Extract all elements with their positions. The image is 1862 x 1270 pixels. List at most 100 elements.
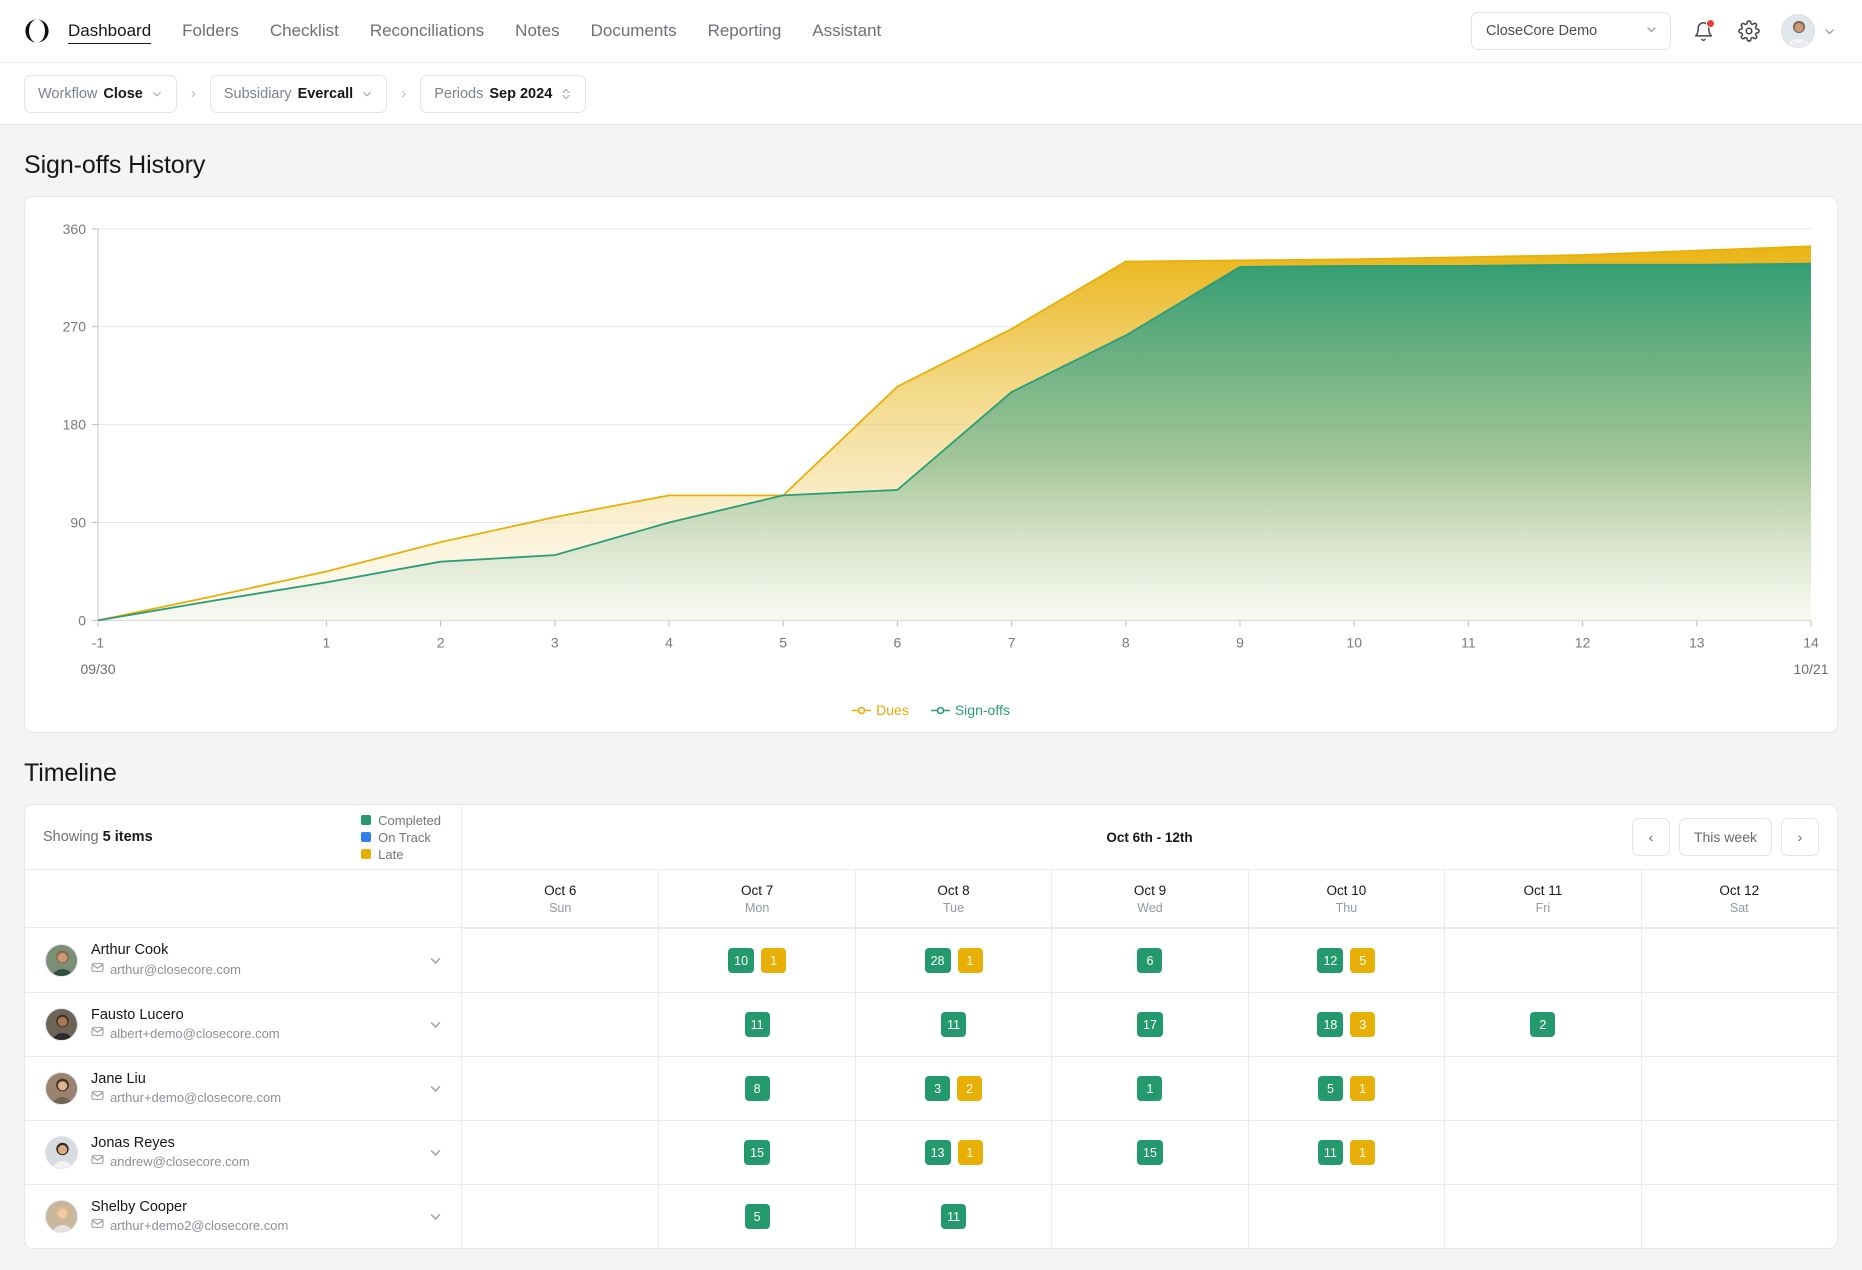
status-badge-completed[interactable]: 18	[1317, 1012, 1343, 1037]
timeline-grid-row: 11 11 17 18 3 2	[462, 992, 1837, 1056]
signoffs-history-chart-card: 090180270360-1123456789101112131409/3010…	[24, 196, 1838, 733]
status-badge-completed[interactable]: 11	[941, 1012, 966, 1037]
person-email-row: albert+demo@closecore.com	[91, 1025, 280, 1043]
status-badge-late[interactable]: 2	[957, 1076, 982, 1101]
timeline-person-row[interactable]: Jonas Reyesandrew@closecore.com	[25, 1120, 461, 1184]
avatar	[45, 1200, 78, 1233]
timeline-cell: 12 5	[1248, 929, 1444, 992]
timeline-cell	[1641, 1057, 1837, 1120]
timeline-person-row[interactable]: Fausto Luceroalbert+demo@closecore.com	[25, 992, 461, 1056]
status-badge-completed[interactable]: 28	[925, 948, 951, 973]
timeline-cell	[462, 1121, 658, 1184]
status-badge-completed[interactable]: 11	[941, 1204, 966, 1229]
breadcrumb-item-workflow[interactable]: Workflow Close	[24, 75, 177, 113]
nav-item-assistant[interactable]: Assistant	[812, 19, 881, 43]
timeline-cell	[1051, 1185, 1247, 1248]
status-badge-late[interactable]: 5	[1350, 948, 1375, 973]
status-badge-late[interactable]: 1	[1350, 1076, 1375, 1101]
user-menu[interactable]	[1781, 14, 1836, 48]
chevron-down-icon[interactable]	[428, 1145, 443, 1160]
timeline-cell	[462, 1057, 658, 1120]
timeline-person-row[interactable]: Shelby Cooperarthur+demo2@closecore.com	[25, 1184, 461, 1248]
status-badge-completed[interactable]: 6	[1137, 948, 1162, 973]
breadcrumb-label-workflow: Workflow	[38, 86, 97, 102]
nav-item-reconciliations[interactable]: Reconciliations	[370, 19, 484, 43]
nav-item-checklist[interactable]: Checklist	[270, 19, 339, 43]
org-selector[interactable]: CloseCore Demo	[1471, 12, 1671, 50]
swatch-late-icon	[361, 849, 371, 859]
showing-items: 5 items	[103, 829, 153, 845]
chevron-down-icon[interactable]	[428, 1017, 443, 1032]
chevron-down-icon	[1645, 23, 1658, 40]
status-badge-completed[interactable]: 17	[1137, 1012, 1163, 1037]
chevron-down-icon[interactable]	[428, 953, 443, 968]
this-week-button[interactable]: This week	[1679, 818, 1772, 856]
svg-text:6: 6	[894, 634, 902, 650]
breadcrumb-item-subsidiary[interactable]: Subsidiary Evercall	[210, 75, 387, 113]
chevron-down-icon[interactable]	[428, 1081, 443, 1096]
status-badge-completed[interactable]: 15	[744, 1140, 770, 1165]
settings-button[interactable]	[1735, 17, 1763, 45]
legend-label-on-track: On Track	[378, 830, 431, 845]
status-badge-completed[interactable]: 11	[1318, 1140, 1343, 1165]
next-week-button[interactable]: ›	[1781, 818, 1819, 856]
svg-text:7: 7	[1008, 634, 1016, 650]
status-badge-completed[interactable]: 15	[1137, 1140, 1163, 1165]
person-email-row: arthur+demo2@closecore.com	[91, 1217, 288, 1235]
swatch-completed-icon	[361, 815, 371, 825]
breadcrumb-item-periods[interactable]: Periods Sep 2024	[420, 75, 586, 113]
status-badge-completed[interactable]: 5	[745, 1204, 770, 1229]
person-email: arthur+demo2@closecore.com	[110, 1217, 288, 1235]
timeline-person-row[interactable]: Jane Liuarthur+demo@closecore.com	[25, 1056, 461, 1120]
nav-item-reporting[interactable]: Reporting	[708, 19, 782, 43]
timeline-cell	[1248, 1185, 1444, 1248]
timeline-day-headers: Oct 6SunOct 7MonOct 8TueOct 9WedOct 10Th…	[462, 869, 1837, 928]
status-badge-late[interactable]: 1	[1350, 1140, 1375, 1165]
status-badge-completed[interactable]: 11	[745, 1012, 770, 1037]
status-badge-late[interactable]: 3	[1350, 1012, 1375, 1037]
nav-item-documents[interactable]: Documents	[591, 19, 677, 43]
svg-text:14: 14	[1803, 634, 1819, 650]
status-badge-completed[interactable]: 10	[728, 948, 754, 973]
chevron-down-icon	[151, 88, 163, 100]
top-navigation-bar: Dashboard Folders Checklist Reconciliati…	[0, 0, 1862, 63]
svg-text:11: 11	[1461, 634, 1476, 650]
timeline-person-row[interactable]: Arthur Cookarthur@closecore.com	[25, 928, 461, 992]
timeline-cell	[1641, 993, 1837, 1056]
notifications-button[interactable]	[1689, 17, 1717, 45]
chevron-down-icon[interactable]	[428, 1209, 443, 1224]
day-header-weekday: Sat	[1730, 901, 1749, 915]
nav-item-dashboard[interactable]: Dashboard	[68, 19, 151, 44]
status-badge-completed[interactable]: 3	[925, 1076, 950, 1101]
status-badge-completed[interactable]: 12	[1317, 948, 1343, 973]
nav-item-folders[interactable]: Folders	[182, 19, 239, 43]
legend-item-signoffs[interactable]: Sign-offs	[931, 702, 1010, 718]
timeline-cell: 13 1	[855, 1121, 1051, 1184]
closecore-logo-icon[interactable]	[24, 18, 50, 44]
status-badge-completed[interactable]: 8	[745, 1076, 770, 1101]
legend-item-dues[interactable]: Dues	[852, 702, 909, 718]
svg-text:9: 9	[1236, 634, 1244, 650]
day-header-date: Oct 12	[1719, 883, 1759, 898]
mail-icon	[91, 961, 104, 979]
legend-label-signoffs: Sign-offs	[955, 702, 1010, 718]
mail-icon	[91, 1089, 104, 1107]
chevron-updown-icon	[560, 87, 572, 101]
timeline-grid-row: 832151	[462, 1056, 1837, 1120]
status-badge-late[interactable]: 1	[958, 948, 983, 973]
nav-item-notes[interactable]: Notes	[515, 19, 559, 43]
timeline-grid-row: 10 1 28 1 6 12 5	[462, 928, 1837, 992]
timeline-cell	[1444, 1121, 1640, 1184]
timeline-card: Showing 5 items Completed On Track Late	[24, 804, 1838, 1249]
svg-text:8: 8	[1122, 634, 1130, 650]
status-badge-late[interactable]: 1	[958, 1140, 983, 1165]
prev-week-button[interactable]: ‹	[1632, 818, 1670, 856]
legend-label-dues: Dues	[876, 702, 909, 718]
status-badge-completed[interactable]: 2	[1530, 1012, 1555, 1037]
day-header-oct-11: Oct 11Fri	[1444, 870, 1640, 927]
status-badge-completed[interactable]: 13	[925, 1140, 951, 1165]
timeline-grid-row: 1513115111	[462, 1120, 1837, 1184]
status-badge-completed[interactable]: 5	[1318, 1076, 1343, 1101]
status-badge-late[interactable]: 1	[761, 948, 786, 973]
status-badge-completed[interactable]: 1	[1137, 1076, 1162, 1101]
